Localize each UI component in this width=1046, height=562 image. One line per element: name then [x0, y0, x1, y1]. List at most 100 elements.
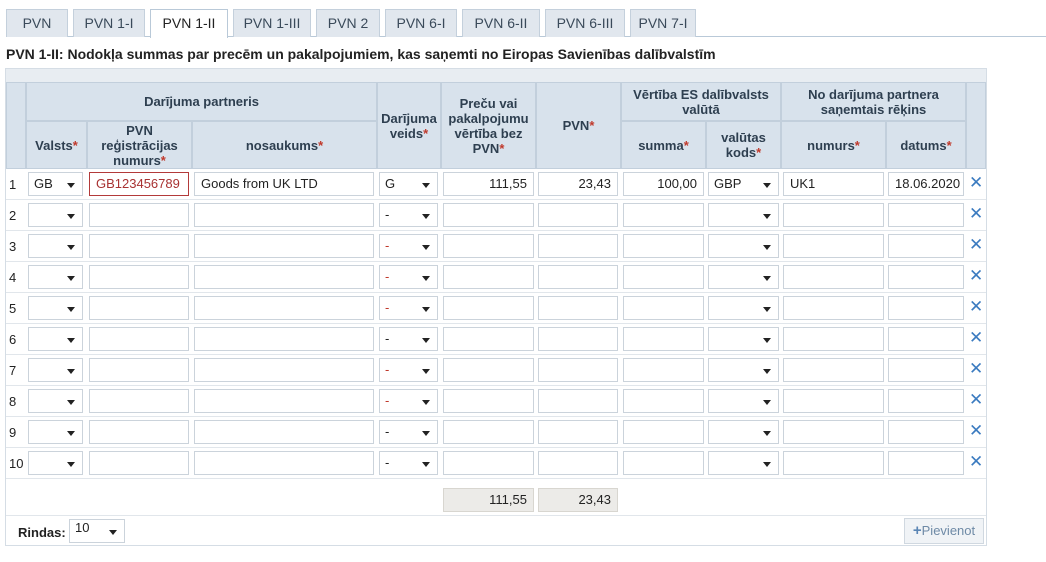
eu-amount-input[interactable]	[623, 420, 704, 444]
currency-select[interactable]	[708, 420, 779, 444]
deal-type-select[interactable]: -	[379, 234, 438, 258]
close-icon[interactable]: ✕	[969, 422, 983, 439]
vat-input[interactable]	[538, 265, 618, 289]
vat-reg-number-input[interactable]	[89, 265, 189, 289]
tab-pvn-1-iii[interactable]: PVN 1-III	[233, 9, 311, 37]
tab-pvn-6-i[interactable]: PVN 6-I	[385, 9, 457, 37]
deal-type-select[interactable]: -	[379, 203, 438, 227]
currency-select[interactable]	[708, 327, 779, 351]
vat-input[interactable]	[538, 358, 618, 382]
partner-name-input[interactable]	[194, 296, 374, 320]
currency-select[interactable]: GBP	[708, 172, 779, 196]
currency-select[interactable]	[708, 358, 779, 382]
invoice-date-input[interactable]	[888, 327, 964, 351]
partner-name-input[interactable]	[194, 327, 374, 351]
close-icon[interactable]: ✕	[969, 391, 983, 408]
currency-select[interactable]	[708, 451, 779, 475]
partner-name-input[interactable]	[194, 451, 374, 475]
goods-value-input[interactable]	[443, 451, 534, 475]
vat-reg-number-input[interactable]: GB123456789	[89, 172, 189, 196]
country-select[interactable]	[28, 265, 83, 289]
tab-pvn-7-i[interactable]: PVN 7-I	[630, 9, 696, 37]
eu-amount-input[interactable]	[623, 451, 704, 475]
goods-value-input[interactable]	[443, 203, 534, 227]
close-icon[interactable]: ✕	[969, 205, 983, 222]
vat-reg-number-input[interactable]	[89, 234, 189, 258]
invoice-number-input[interactable]	[783, 358, 884, 382]
vat-reg-number-input[interactable]	[89, 451, 189, 475]
vat-input[interactable]	[538, 203, 618, 227]
currency-select[interactable]	[708, 203, 779, 227]
invoice-date-input[interactable]	[888, 234, 964, 258]
country-select[interactable]	[28, 358, 83, 382]
partner-name-input[interactable]	[194, 265, 374, 289]
invoice-date-input[interactable]	[888, 358, 964, 382]
goods-value-input[interactable]: 111,55	[443, 172, 534, 196]
country-select[interactable]	[28, 296, 83, 320]
country-select[interactable]	[28, 389, 83, 413]
currency-select[interactable]	[708, 389, 779, 413]
tab-pvn-1-ii[interactable]: PVN 1-II	[150, 9, 228, 38]
country-select[interactable]	[28, 234, 83, 258]
eu-amount-input[interactable]	[623, 265, 704, 289]
partner-name-input[interactable]	[194, 358, 374, 382]
tab-pvn-1-i[interactable]: PVN 1-I	[73, 9, 145, 37]
tab-pvn[interactable]: PVN	[6, 9, 68, 37]
invoice-date-input[interactable]	[888, 389, 964, 413]
invoice-number-input[interactable]	[783, 234, 884, 258]
tab-pvn-6-ii[interactable]: PVN 6-II	[462, 9, 540, 37]
deal-type-select[interactable]: G	[379, 172, 438, 196]
vat-input[interactable]	[538, 296, 618, 320]
vat-reg-number-input[interactable]	[89, 327, 189, 351]
invoice-number-input[interactable]	[783, 389, 884, 413]
invoice-number-input[interactable]	[783, 327, 884, 351]
deal-type-select[interactable]: -	[379, 420, 438, 444]
invoice-date-input[interactable]	[888, 296, 964, 320]
vat-input[interactable]	[538, 451, 618, 475]
country-select[interactable]	[28, 451, 83, 475]
currency-select[interactable]	[708, 296, 779, 320]
eu-amount-input[interactable]	[623, 389, 704, 413]
vat-reg-number-input[interactable]	[89, 358, 189, 382]
goods-value-input[interactable]	[443, 327, 534, 351]
invoice-date-input[interactable]: 18.06.2020	[888, 172, 964, 196]
add-row-button[interactable]: +Pievienot	[904, 518, 984, 544]
goods-value-input[interactable]	[443, 265, 534, 289]
goods-value-input[interactable]	[443, 389, 534, 413]
partner-name-input[interactable]	[194, 234, 374, 258]
vat-reg-number-input[interactable]	[89, 203, 189, 227]
invoice-date-input[interactable]	[888, 265, 964, 289]
partner-name-input[interactable]	[194, 389, 374, 413]
deal-type-select[interactable]: -	[379, 358, 438, 382]
country-select[interactable]: GB	[28, 172, 83, 196]
close-icon[interactable]: ✕	[969, 329, 983, 346]
invoice-number-input[interactable]	[783, 420, 884, 444]
deal-type-select[interactable]: -	[379, 265, 438, 289]
partner-name-input[interactable]	[194, 203, 374, 227]
goods-value-input[interactable]	[443, 358, 534, 382]
deal-type-select[interactable]: -	[379, 451, 438, 475]
currency-select[interactable]	[708, 265, 779, 289]
vat-reg-number-input[interactable]	[89, 389, 189, 413]
country-select[interactable]	[28, 327, 83, 351]
invoice-date-input[interactable]	[888, 203, 964, 227]
eu-amount-input[interactable]	[623, 327, 704, 351]
partner-name-input[interactable]: Goods from UK LTD	[194, 172, 374, 196]
vat-input[interactable]	[538, 234, 618, 258]
vat-input[interactable]: 23,43	[538, 172, 618, 196]
deal-type-select[interactable]: -	[379, 389, 438, 413]
country-select[interactable]	[28, 420, 83, 444]
invoice-date-input[interactable]	[888, 451, 964, 475]
eu-amount-input[interactable]	[623, 358, 704, 382]
invoice-number-input[interactable]	[783, 203, 884, 227]
invoice-number-input[interactable]: UK1	[783, 172, 884, 196]
invoice-number-input[interactable]	[783, 296, 884, 320]
close-icon[interactable]: ✕	[969, 453, 983, 470]
rows-per-page-select[interactable]: 10	[69, 519, 125, 543]
currency-select[interactable]	[708, 234, 779, 258]
invoice-number-input[interactable]	[783, 265, 884, 289]
invoice-number-input[interactable]	[783, 451, 884, 475]
invoice-date-input[interactable]	[888, 420, 964, 444]
tab-pvn-6-iii[interactable]: PVN 6-III	[545, 9, 625, 37]
close-icon[interactable]: ✕	[969, 360, 983, 377]
